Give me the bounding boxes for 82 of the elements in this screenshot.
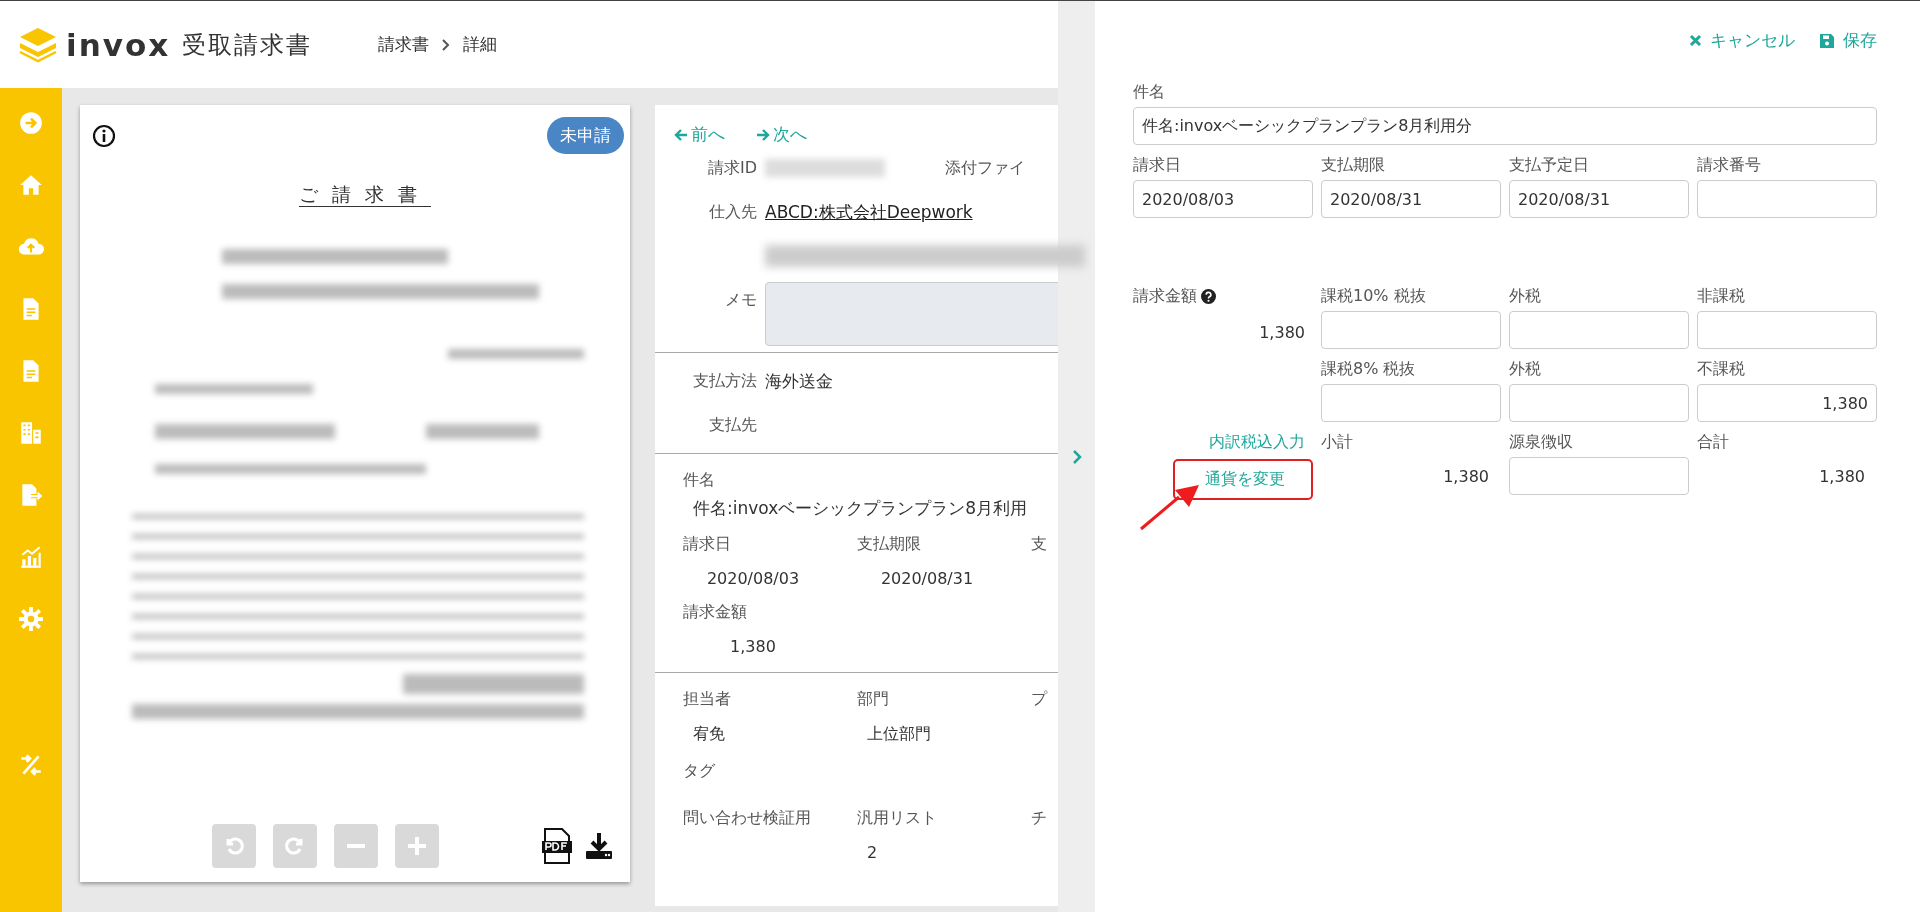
product-name: 受取請求書 bbox=[182, 29, 313, 61]
field-label: 請求金額 bbox=[683, 602, 748, 623]
status-badge: 未申請 bbox=[547, 117, 624, 154]
field-label: 源泉徴収 bbox=[1509, 432, 1574, 453]
amount-value: 1,380 bbox=[1442, 467, 1490, 486]
field-label: 支払期限 bbox=[857, 534, 922, 555]
field-label: 課税10% 税抜 bbox=[1321, 286, 1427, 307]
arrow-right-icon bbox=[755, 126, 771, 143]
info-icon[interactable] bbox=[92, 123, 116, 148]
chevron-right-icon bbox=[441, 38, 452, 51]
field-value: 2 bbox=[866, 843, 879, 862]
field-label: 請求金額 bbox=[1133, 286, 1313, 307]
field-label: タグ bbox=[683, 761, 716, 782]
field-label: 請求日 bbox=[683, 534, 732, 555]
input-field[interactable] bbox=[1509, 384, 1689, 422]
field-label: 外税 bbox=[1509, 359, 1542, 380]
field-label: メモ bbox=[724, 290, 757, 311]
field-label: 支払方法 bbox=[692, 370, 757, 392]
field-label: チ bbox=[1031, 808, 1048, 829]
input-field[interactable]: 2020/08/31 bbox=[1509, 180, 1689, 218]
field-value: 2020/08/03 bbox=[705, 569, 801, 588]
settings-icon[interactable] bbox=[18, 606, 44, 632]
minus-icon bbox=[347, 844, 365, 848]
collapse-arrows-icon[interactable] bbox=[18, 752, 44, 778]
field-label: 仕入先 bbox=[708, 201, 757, 223]
input-field[interactable]: 件名:invoxベーシックプランプラン8月利用分 bbox=[1133, 107, 1877, 145]
help-icon[interactable] bbox=[1201, 289, 1216, 304]
input-field[interactable]: 2020/08/31 bbox=[1321, 180, 1501, 218]
input-field[interactable] bbox=[1509, 457, 1689, 495]
building-icon[interactable] bbox=[18, 420, 44, 446]
field-label: 件名 bbox=[1133, 82, 1166, 103]
close-icon bbox=[1689, 34, 1702, 47]
pdf-file-icon[interactable] bbox=[542, 828, 572, 864]
amount-value: 1,380 bbox=[1258, 323, 1306, 342]
field-label: プ bbox=[1031, 689, 1049, 710]
arrow-left-icon bbox=[673, 126, 689, 143]
field-label: 請求日 bbox=[1133, 155, 1182, 176]
input-field[interactable] bbox=[1697, 311, 1877, 349]
document-title: ご請求書 bbox=[298, 182, 431, 207]
field-value: 1,380 bbox=[729, 637, 777, 656]
chart-icon[interactable] bbox=[18, 544, 44, 570]
amount-value: 1,380 bbox=[1818, 467, 1866, 486]
field-label: 非課税 bbox=[1697, 286, 1746, 307]
input-field[interactable] bbox=[1509, 311, 1689, 349]
download-icon[interactable] bbox=[584, 831, 614, 861]
field-value: 上位部門 bbox=[866, 724, 932, 745]
breadcrumb-link[interactable]: 請求書 bbox=[378, 33, 430, 56]
field-label: 添付ファイ bbox=[945, 157, 1025, 179]
supplier-link[interactable]: ABCD:株式会社Deepwork bbox=[765, 200, 973, 224]
input-field[interactable] bbox=[1321, 311, 1501, 349]
field-label: 問い合わせ検証用 bbox=[683, 808, 812, 829]
field-label: 請求ID bbox=[706, 157, 757, 179]
field-label: 担当者 bbox=[683, 689, 732, 710]
field-value: 海外送金 bbox=[765, 369, 834, 393]
field-label: 合計 bbox=[1697, 432, 1730, 453]
field-label: 支 bbox=[1031, 534, 1048, 555]
panel-toggle-strip[interactable] bbox=[1058, 1, 1095, 912]
field-label: 小計 bbox=[1321, 432, 1354, 453]
chevron-right-icon bbox=[1070, 448, 1083, 465]
input-field[interactable]: 2020/08/03 bbox=[1133, 180, 1313, 218]
input-field[interactable]: 1,380 bbox=[1697, 384, 1877, 422]
field-label: 請求番号 bbox=[1697, 155, 1762, 176]
field-label: 支払期限 bbox=[1321, 155, 1386, 176]
arrow-circle-icon[interactable] bbox=[18, 110, 44, 136]
field-label: 件名 bbox=[683, 470, 716, 491]
field-label: 支払先 bbox=[708, 414, 757, 436]
field-label: 外税 bbox=[1509, 286, 1542, 307]
annotation-arrow bbox=[1139, 483, 1201, 531]
logo-text: invox bbox=[66, 26, 171, 63]
breadcrumb-current: 詳細 bbox=[463, 33, 498, 56]
input-field[interactable] bbox=[1321, 384, 1501, 422]
input-field[interactable] bbox=[1697, 180, 1877, 218]
field-label: 不課税 bbox=[1697, 359, 1746, 380]
field-label: 課税8% 税抜 bbox=[1321, 359, 1417, 380]
field-value: 件名:invoxベーシックプランプラン8月利用 bbox=[692, 497, 1029, 520]
stacked-layers-icon bbox=[18, 25, 58, 64]
field-value: 2020/08/31 bbox=[879, 569, 975, 588]
field-label: 汎用リスト bbox=[857, 808, 938, 829]
field-label: 部門 bbox=[857, 689, 890, 710]
field-label: 支払予定日 bbox=[1509, 155, 1590, 176]
plus-icon bbox=[406, 835, 428, 857]
field-value: 宥免 bbox=[692, 724, 726, 745]
